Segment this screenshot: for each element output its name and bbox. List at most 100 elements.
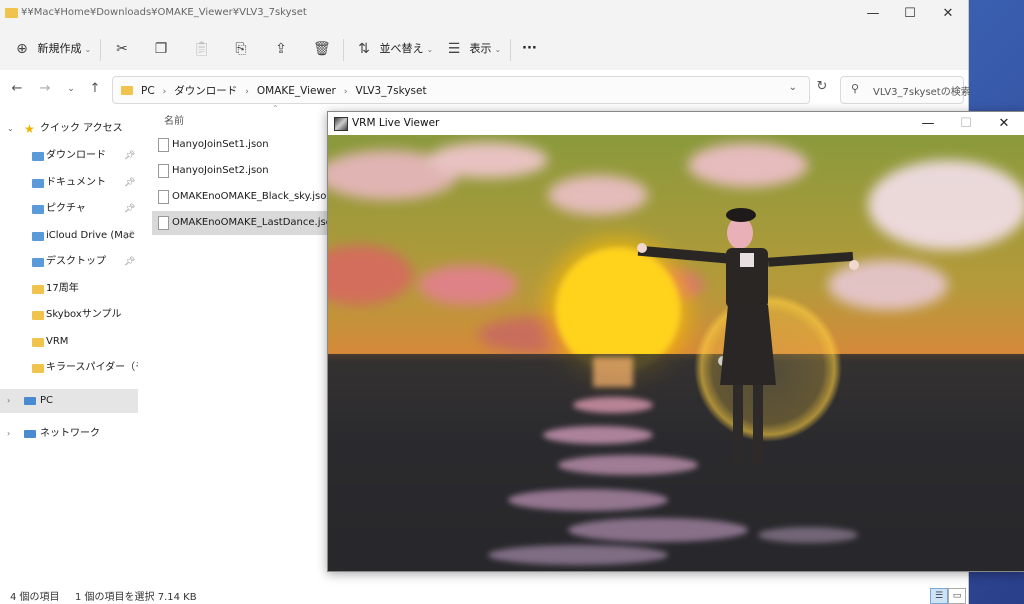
library-folder-icon	[32, 258, 44, 267]
selection-info: 1 個の項目を選択 7.14 KB	[75, 592, 197, 603]
folder-icon	[32, 364, 44, 373]
refresh-icon[interactable]: ↻	[812, 79, 832, 94]
maximize-button[interactable]: ☐	[897, 4, 923, 24]
address-dropdown-icon[interactable]: ⌄	[789, 82, 797, 93]
viewer-maximize-button[interactable]: ☐	[951, 114, 981, 133]
file-name: OMAKEnoOMAKE_Black_sky.json	[172, 191, 333, 202]
library-folder-icon	[32, 205, 44, 214]
nav-network[interactable]: › ネットワーク	[0, 422, 138, 446]
breadcrumb-separator-icon[interactable]: ›	[163, 87, 167, 97]
minimize-button[interactable]: —	[860, 4, 886, 24]
breadcrumb-vlv3-7skyset[interactable]: VLV3_7skyset	[355, 85, 426, 97]
trash-icon: 🗑︎	[313, 41, 331, 57]
copy-button[interactable]: ❐	[153, 38, 169, 60]
nav-label: Skyboxサンプル	[46, 309, 122, 320]
3d-scene-viewport[interactable]	[328, 135, 1024, 571]
nav-item[interactable]: 17周年	[0, 277, 138, 301]
folder-icon	[32, 284, 44, 294]
nav-item[interactable]: デスクトップ 📌︎	[0, 250, 138, 274]
breadcrumb-downloads[interactable]: ダウンロード	[174, 85, 237, 97]
folder-icon	[5, 8, 18, 18]
delete-button[interactable]: 🗑︎	[313, 38, 331, 60]
rename-icon: ⎘	[235, 41, 247, 57]
folder-icon	[32, 311, 44, 320]
pin-icon: 📌︎	[124, 204, 136, 214]
expand-chevron-icon[interactable]: ›	[7, 389, 10, 413]
sort-button[interactable]: ⇅ 並べ替え ⌄	[356, 38, 433, 60]
nav-label: デスクトップ	[46, 256, 106, 267]
nav-label: クイック アクセス	[40, 123, 123, 134]
new-button[interactable]: ⊕ 新規作成 ⌄	[14, 38, 91, 60]
viewer-close-button[interactable]: ✕	[989, 114, 1019, 133]
chevron-down-icon: ⌄	[84, 45, 92, 54]
tiles-view-icon[interactable]: ▭	[948, 588, 966, 604]
nav-label: ネットワーク	[40, 428, 100, 439]
file-icon	[158, 164, 169, 178]
nav-item[interactable]: ダウンロード 📌︎	[0, 144, 138, 168]
pin-icon: 📌︎	[124, 177, 136, 188]
recent-locations-chevron-icon[interactable]: ⌄	[61, 80, 81, 98]
view-button[interactable]: ☰ 表示 ⌄	[446, 38, 501, 60]
rename-button[interactable]: ⎘	[233, 38, 249, 60]
paste-icon: 📋︎	[193, 41, 211, 57]
more-options-button[interactable]: ···	[522, 38, 537, 60]
nav-item[interactable]: Skyboxサンプル	[0, 303, 138, 327]
copy-icon: ❐	[154, 41, 168, 57]
nav-item[interactable]: VRM	[0, 330, 138, 354]
address-bar[interactable]: PC › ダウンロード › OMAKE_Viewer › VLV3_7skyset ⌄	[112, 76, 810, 104]
search-box[interactable]: ⚲ VLV3_7skysetの検索	[840, 76, 971, 104]
breadcrumb-separator-icon[interactable]: ›	[245, 87, 249, 97]
column-header-name[interactable]: 名前	[164, 112, 184, 127]
file-icon	[158, 190, 169, 204]
breadcrumb-separator-icon[interactable]: ›	[344, 87, 348, 97]
search-icon: ⚲	[851, 82, 860, 95]
star-icon: ★	[24, 122, 35, 136]
command-bar: ⊕ 新規作成 ⌄ ✂ ❐ 📋︎ ⎘ ⇪ 🗑︎ ⇅ 並べ替え ⌄ ☰ 表示 ⌄ ···	[0, 28, 968, 71]
explorer-titlebar[interactable]: ¥¥Mac¥Home¥Downloads¥OMAKE_Viewer¥VLV3_7…	[0, 0, 968, 28]
breadcrumb-pc[interactable]: PC	[141, 85, 155, 97]
nav-label: iCloud Drive (Mac	[46, 229, 135, 241]
back-arrow-icon[interactable]: ←	[7, 80, 27, 98]
plus-circle-icon: ⊕	[16, 41, 28, 57]
viewer-title: VRM Live Viewer	[352, 117, 440, 129]
chevron-down-icon: ⌄	[494, 45, 502, 54]
details-view-icon[interactable]: ☰	[930, 588, 948, 604]
file-icon	[158, 216, 169, 230]
sort-icon: ⇅	[358, 41, 370, 57]
nav-item[interactable]: ドキュメント 📌︎	[0, 171, 138, 195]
nav-item[interactable]: iCloud Drive (Mac 📌︎	[0, 224, 138, 248]
pin-icon: 📌︎	[124, 257, 136, 267]
expand-chevron-icon[interactable]: ⌄	[7, 117, 14, 141]
forward-arrow-icon[interactable]: →	[35, 80, 55, 98]
nav-item[interactable]: ピクチャ 📌︎	[0, 197, 138, 221]
close-button[interactable]: ✕	[935, 4, 961, 24]
sunset-scene	[328, 135, 1024, 571]
file-row[interactable]: HanyoJoinSet1.json	[152, 133, 328, 157]
vrm-live-viewer-window: VRM Live Viewer — ☐ ✕	[327, 111, 1024, 572]
share-button[interactable]: ⇪	[273, 38, 289, 60]
up-arrow-icon[interactable]: ↑	[85, 80, 105, 98]
library-folder-icon	[32, 178, 44, 188]
app-icon	[334, 117, 348, 131]
item-count: 4 個の項目	[10, 592, 60, 603]
file-row[interactable]: HanyoJoinSet2.json	[152, 159, 328, 183]
viewer-minimize-button[interactable]: —	[913, 114, 943, 133]
paste-button[interactable]: 📋︎	[193, 38, 211, 60]
nav-label: ダウンロード	[46, 150, 106, 161]
file-row[interactable]: OMAKEnoOMAKE_Black_sky.json	[152, 185, 333, 209]
nav-item[interactable]: キラースパイダー（モーシ	[0, 356, 138, 380]
nav-pc[interactable]: › PC	[0, 389, 138, 413]
nav-quick-access[interactable]: ⌄ ★ クイック アクセス	[0, 117, 138, 141]
library-folder-icon	[32, 152, 44, 161]
list-view-icon: ☰	[447, 41, 461, 57]
expand-chevron-icon[interactable]: ›	[7, 422, 10, 446]
breadcrumb-omake-viewer[interactable]: OMAKE_Viewer	[257, 85, 336, 97]
cut-button[interactable]: ✂	[114, 38, 130, 60]
nav-label: VRM	[46, 335, 69, 347]
network-icon	[24, 430, 36, 438]
navigation-pane: ⌄ ★ クイック アクセス ダウンロード 📌︎ ドキュメント 📌︎ ピクチャ 📌︎ iClo…	[0, 108, 138, 578]
file-row[interactable]: OMAKEnoOMAKE_LastDance.json	[152, 211, 338, 235]
nav-label: ドキュメント	[46, 176, 106, 188]
viewer-titlebar[interactable]: VRM Live Viewer — ☐ ✕	[328, 112, 1024, 135]
chevron-down-icon: ⌄	[426, 45, 434, 54]
